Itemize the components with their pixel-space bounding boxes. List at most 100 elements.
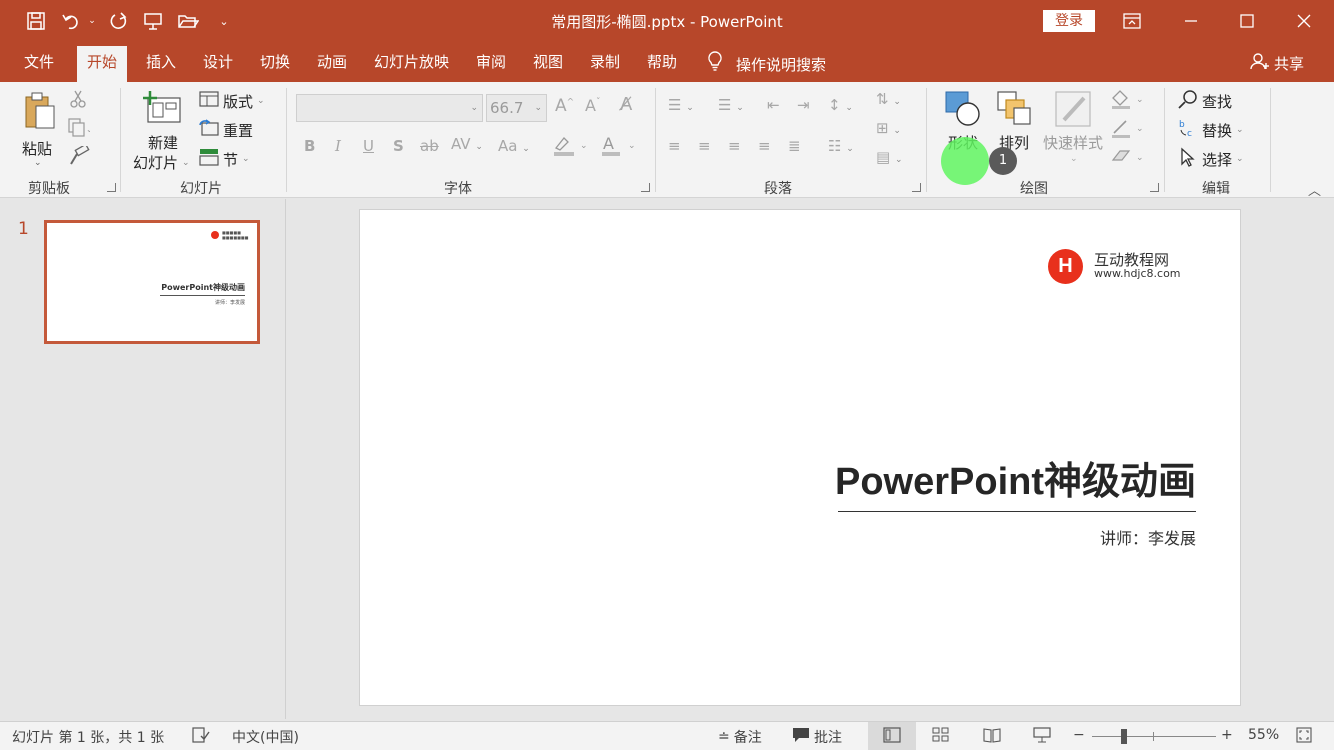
slide-canvas[interactable]: H 互动教程网 www.hdjc8.com PowerPoint神级动画 讲师：… (359, 209, 1241, 706)
save-icon[interactable] (22, 8, 50, 34)
tab-insert[interactable]: 插入 (136, 50, 186, 82)
cursor-arrow-icon (1178, 147, 1198, 171)
paragraph-launcher-icon[interactable] (912, 183, 921, 192)
undo-dropdown-icon[interactable]: ⌄ (86, 8, 98, 34)
decrease-indent-icon[interactable]: ⇤ (767, 96, 780, 114)
find-button[interactable]: 查找 (1178, 89, 1232, 113)
reset-button[interactable]: 重置 (199, 119, 253, 141)
text-direction-icon[interactable]: ⇅ ⌄ (876, 90, 901, 108)
line-spacing-icon[interactable]: ↕ ⌄ (828, 96, 853, 114)
slide-subtitle[interactable]: 讲师：李发展 (1100, 525, 1196, 549)
slide-sorter-view-icon[interactable] (932, 727, 950, 743)
format-painter-icon[interactable] (68, 143, 90, 170)
align-right-icon[interactable]: ≡ (728, 137, 741, 155)
maximize-icon[interactable] (1219, 0, 1275, 42)
tell-me-search[interactable]: 操作说明搜索 (706, 50, 826, 79)
bullets-icon[interactable]: ☰ ⌄ (668, 96, 694, 114)
align-center-icon[interactable]: ≡ (698, 137, 711, 155)
zoom-level[interactable]: 55% (1248, 727, 1279, 743)
open-icon[interactable] (175, 8, 201, 34)
svg-text:A: A (603, 134, 614, 153)
accessibility-icon[interactable] (192, 727, 210, 743)
tab-design[interactable]: 设计 (193, 50, 243, 82)
zoom-slider-thumb[interactable] (1121, 729, 1127, 744)
normal-view-button[interactable] (868, 722, 916, 750)
replace-button[interactable]: bc 替换 ⌄ (1178, 118, 1244, 142)
increase-indent-icon[interactable]: ⇥ (797, 96, 810, 114)
clipboard-launcher-icon[interactable] (107, 183, 116, 192)
italic-icon[interactable]: I (335, 137, 341, 155)
shape-fill-icon[interactable]: ⌄ (1110, 88, 1144, 114)
text-shadow-icon[interactable]: S (393, 137, 404, 155)
columns-icon[interactable]: ☷ ⌄ (828, 137, 854, 155)
font-size-combo[interactable]: 66.7 ⌄ (486, 94, 547, 122)
layout-button[interactable]: 版式 ⌄ (199, 90, 265, 112)
increase-font-size-icon[interactable]: A^ (555, 96, 574, 116)
align-text-icon[interactable]: ⊞ ⌄ (876, 119, 901, 137)
tab-animations[interactable]: 动画 (307, 50, 357, 82)
numbering-icon[interactable]: ☰ ⌄ (718, 96, 744, 114)
zoom-slider-track[interactable] (1092, 736, 1216, 737)
distributed-icon[interactable]: ≣ (788, 137, 801, 155)
zoom-in-button[interactable]: + (1221, 727, 1233, 743)
tab-help[interactable]: 帮助 (637, 50, 687, 82)
change-case-icon[interactable]: Aa ⌄ (498, 137, 530, 155)
select-button[interactable]: 选择 ⌄ (1178, 147, 1244, 171)
copy-icon[interactable]: ⌄ (68, 118, 93, 142)
paste-dropdown-icon[interactable]: ⌄ (34, 158, 42, 168)
font-color-icon[interactable]: A ⌄ (600, 134, 636, 162)
present-from-start-icon[interactable] (140, 8, 166, 34)
customize-quick-access-icon[interactable]: ⌄ (216, 8, 232, 34)
cut-icon[interactable] (70, 90, 86, 112)
undo-icon[interactable] (58, 8, 84, 34)
shape-outline-icon[interactable]: ⌄ (1110, 117, 1144, 143)
notes-button[interactable]: ≐ 备注 (718, 727, 762, 747)
tab-slideshow[interactable]: 幻灯片放映 (364, 50, 459, 82)
slide-thumbnail[interactable]: ■■■■■ ■■■■■■■ PowerPoint神级动画 讲师：李发展 (44, 220, 260, 344)
clipboard-group-label: 剪贴板 (28, 181, 70, 197)
lightbulb-icon (706, 50, 724, 79)
tab-review[interactable]: 审阅 (466, 50, 516, 82)
section-button[interactable]: 节 ⌄ (199, 148, 250, 170)
bold-icon[interactable]: B (304, 137, 315, 155)
justify-icon[interactable]: ≡ (758, 137, 771, 155)
fit-to-window-icon[interactable] (1296, 727, 1312, 743)
replace-icon: bc (1178, 118, 1198, 142)
paste-label: 粘贴 (22, 140, 53, 158)
share-button[interactable]: 共享 (1250, 52, 1304, 74)
close-icon[interactable] (1276, 0, 1332, 42)
zoom-out-button[interactable]: − (1073, 727, 1085, 743)
tab-view[interactable]: 视图 (523, 50, 573, 82)
tab-home[interactable]: 开始 (77, 46, 128, 82)
ribbon-display-options-icon[interactable] (1104, 0, 1160, 42)
tab-transitions[interactable]: 切换 (250, 50, 300, 82)
shape-effects-icon[interactable]: ⌄ (1110, 146, 1144, 172)
step-badge: 1 (989, 147, 1017, 175)
decrease-font-size-icon[interactable]: Aˇ (585, 96, 600, 115)
character-spacing-icon[interactable]: AV ⌄ (451, 135, 483, 153)
new-slide-button[interactable]: 新建 幻灯片 ⌄ (130, 88, 194, 172)
login-button[interactable]: 登录 (1043, 10, 1095, 32)
clear-formatting-icon[interactable]: A̸ (620, 94, 632, 115)
slideshow-view-icon[interactable] (1033, 727, 1051, 743)
align-left-icon[interactable]: ≡ (668, 137, 681, 155)
tab-record[interactable]: 录制 (580, 50, 630, 82)
strikethrough-icon[interactable]: ab (420, 137, 439, 155)
minimize-icon[interactable] (1163, 0, 1219, 42)
highlight-color-icon[interactable]: ⌄ (552, 134, 588, 162)
comments-button[interactable]: 批注 (792, 727, 842, 747)
drawing-launcher-icon[interactable] (1150, 183, 1159, 192)
font-name-combo[interactable]: ⌄ (296, 94, 483, 122)
chevron-down-icon: ⌄ (534, 103, 542, 113)
quick-styles-button[interactable]: 快速样式 ⌄ (1040, 88, 1106, 172)
language-status[interactable]: 中文(中国) (232, 727, 299, 747)
slide-title[interactable]: PowerPoint神级动画 (835, 450, 1196, 505)
underline-icon[interactable]: U (363, 137, 374, 155)
paste-button[interactable]: 粘贴 ⌄ (18, 90, 60, 170)
collapse-ribbon-icon[interactable]: ︿ (1308, 180, 1321, 199)
reading-view-icon[interactable] (983, 727, 1001, 743)
redo-icon[interactable] (106, 8, 132, 34)
convert-to-smartart-icon[interactable]: ▤ ⌄ (876, 148, 903, 166)
font-launcher-icon[interactable] (641, 183, 650, 192)
tab-file[interactable]: 文件 (14, 50, 64, 82)
